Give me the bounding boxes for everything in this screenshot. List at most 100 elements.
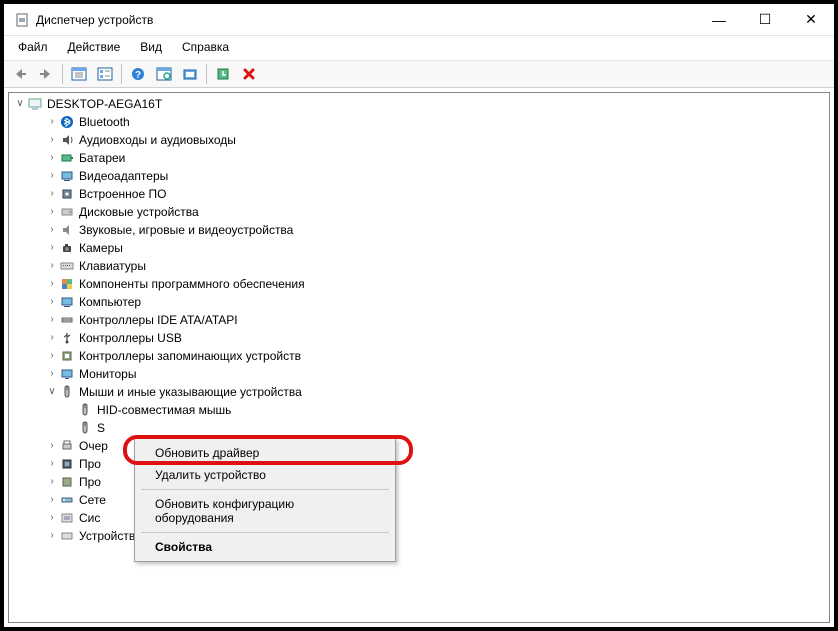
expand-icon[interactable]: › — [45, 149, 59, 167]
tree-item[interactable]: › Очер — [9, 437, 829, 455]
menu-file[interactable]: Файл — [10, 38, 56, 56]
expand-icon[interactable]: › — [45, 473, 59, 491]
expand-icon[interactable]: › — [45, 167, 59, 185]
expand-icon[interactable]: › — [45, 437, 59, 455]
expand-icon[interactable]: › — [45, 527, 59, 545]
show-hide-tree-button[interactable] — [67, 63, 91, 85]
tree-item-label: Мониторы — [79, 365, 136, 383]
mouse-icon — [59, 384, 75, 400]
scan-hardware-button[interactable] — [152, 63, 176, 85]
expand-icon[interactable]: › — [45, 347, 59, 365]
tree-item-mice[interactable]: ∨Мыши и иные указывающие устройства — [9, 383, 829, 401]
tree-item[interactable]: › Видеоадаптеры — [9, 167, 829, 185]
tree-item[interactable]: › Про — [9, 473, 829, 491]
tree-item[interactable]: ›Сис — [9, 509, 829, 527]
tree-root[interactable]: ∨ DESKTOP-AEGA16T — [9, 95, 829, 113]
tree-item[interactable]: › Звуковые, игровые и видеоустройства — [9, 221, 829, 239]
expand-icon[interactable]: › — [45, 185, 59, 203]
menu-help[interactable]: Справка — [174, 38, 237, 56]
close-button[interactable]: ✕ — [788, 5, 834, 35]
tree-item[interactable]: › Мониторы — [9, 365, 829, 383]
tree-item[interactable]: › Аудиовходы и аудиовыходы — [9, 131, 829, 149]
tree-item-label: Аудиовходы и аудиовыходы — [79, 131, 236, 149]
ctx-update-driver[interactable]: Обновить драйвер — [137, 442, 393, 464]
expand-icon[interactable]: › — [45, 221, 59, 239]
tree-item[interactable]: ›Контроллеры запоминающих устройств — [9, 347, 829, 365]
back-button[interactable] — [8, 63, 32, 85]
tree-item-label: Камеры — [79, 239, 123, 257]
tree-item-label: HID-совместимая мышь — [97, 401, 231, 419]
expand-icon[interactable]: › — [45, 365, 59, 383]
expand-icon[interactable]: › — [45, 293, 59, 311]
maximize-button[interactable]: ☐ — [742, 5, 788, 35]
tree-item[interactable]: ›Контроллеры USB — [9, 329, 829, 347]
computer-icon — [27, 96, 43, 112]
tree-item[interactable]: ›Дисковые устройства — [9, 203, 829, 221]
collapse-icon[interactable]: ∨ — [13, 95, 27, 113]
tree-item-label: Видеоадаптеры — [79, 167, 168, 185]
expand-icon[interactable]: › — [45, 509, 59, 527]
tree-child-item[interactable]: HID-совместимая мышь — [9, 401, 829, 419]
tree-item[interactable]: › Камеры — [9, 239, 829, 257]
context-menu: Обновить драйвер Удалить устройство Обно… — [134, 438, 396, 562]
device-tree[interactable]: ∨ DESKTOP-AEGA16T ›Bluetooth › Аудиовходы… — [8, 92, 830, 623]
collapse-icon[interactable]: ∨ — [45, 383, 59, 401]
expand-icon[interactable]: › — [45, 491, 59, 509]
uninstall-device-button[interactable] — [237, 63, 261, 85]
expand-icon[interactable]: › — [45, 239, 59, 257]
tree-item[interactable]: › Батареи — [9, 149, 829, 167]
keyboard-icon — [59, 258, 75, 274]
tree-item-label: Про — [79, 455, 101, 473]
tree-item-label: Про — [79, 473, 101, 491]
window-controls: — ☐ ✕ — [696, 5, 834, 35]
tree-item-label: S — [97, 419, 105, 437]
update-driver-button[interactable] — [178, 63, 202, 85]
expand-icon[interactable]: › — [45, 311, 59, 329]
expand-icon[interactable]: › — [45, 329, 59, 347]
tree-item[interactable]: ›Встроенное ПО — [9, 185, 829, 203]
minimize-button[interactable]: — — [696, 5, 742, 35]
tree-item-label: Сете — [79, 491, 106, 509]
storage-controller-icon — [59, 348, 75, 364]
forward-button[interactable] — [34, 63, 58, 85]
enable-device-button[interactable] — [211, 63, 235, 85]
root-label: DESKTOP-AEGA16T — [47, 95, 162, 113]
toolbar-separator — [121, 64, 122, 84]
ctx-scan-hardware[interactable]: Обновить конфигурацию оборудования — [137, 493, 393, 529]
tree-item-label: Очер — [79, 437, 108, 455]
menu-view[interactable]: Вид — [132, 38, 170, 56]
camera-icon — [59, 240, 75, 256]
ide-controller-icon — [59, 312, 75, 328]
tree-item-label: Звуковые, игровые и видеоустройства — [79, 221, 293, 239]
expand-icon[interactable]: › — [45, 203, 59, 221]
menu-action[interactable]: Действие — [60, 38, 129, 56]
tree-item[interactable]: ›Компьютер — [9, 293, 829, 311]
tree-item[interactable]: › Контроллеры IDE ATA/ATAPI — [9, 311, 829, 329]
help-button[interactable]: ? — [126, 63, 150, 85]
tree-item[interactable]: ›Bluetooth — [9, 113, 829, 131]
expand-icon[interactable]: › — [45, 113, 59, 131]
properties-list-button[interactable] — [93, 63, 117, 85]
usb-icon — [59, 330, 75, 346]
mouse-icon — [77, 420, 93, 436]
expand-icon[interactable]: › — [45, 455, 59, 473]
toolbar-separator — [206, 64, 207, 84]
sound-icon — [59, 222, 75, 238]
tree-item[interactable]: ›Устройства HID (Human Interface Devices… — [9, 527, 829, 545]
svg-text:?: ? — [135, 70, 141, 81]
expand-icon[interactable]: › — [45, 275, 59, 293]
tree-item[interactable]: › Сете — [9, 491, 829, 509]
window-title: Диспетчер устройств — [36, 13, 696, 27]
software-component-icon — [59, 276, 75, 292]
ctx-uninstall-device[interactable]: Удалить устройство — [137, 464, 393, 486]
tree-item-label: Батареи — [79, 149, 125, 167]
tree-item[interactable]: ›Клавиатуры — [9, 257, 829, 275]
expand-icon[interactable]: › — [45, 257, 59, 275]
tree-item[interactable]: ›Компоненты программного обеспечения — [9, 275, 829, 293]
tree-item-label: Контроллеры IDE ATA/ATAPI — [79, 311, 238, 329]
tree-child-item-selected[interactable]: S — [9, 419, 829, 437]
toolbar: ? — [4, 61, 834, 88]
tree-item[interactable]: › Про — [9, 455, 829, 473]
expand-icon[interactable]: › — [45, 131, 59, 149]
ctx-properties[interactable]: Свойства — [137, 536, 393, 558]
